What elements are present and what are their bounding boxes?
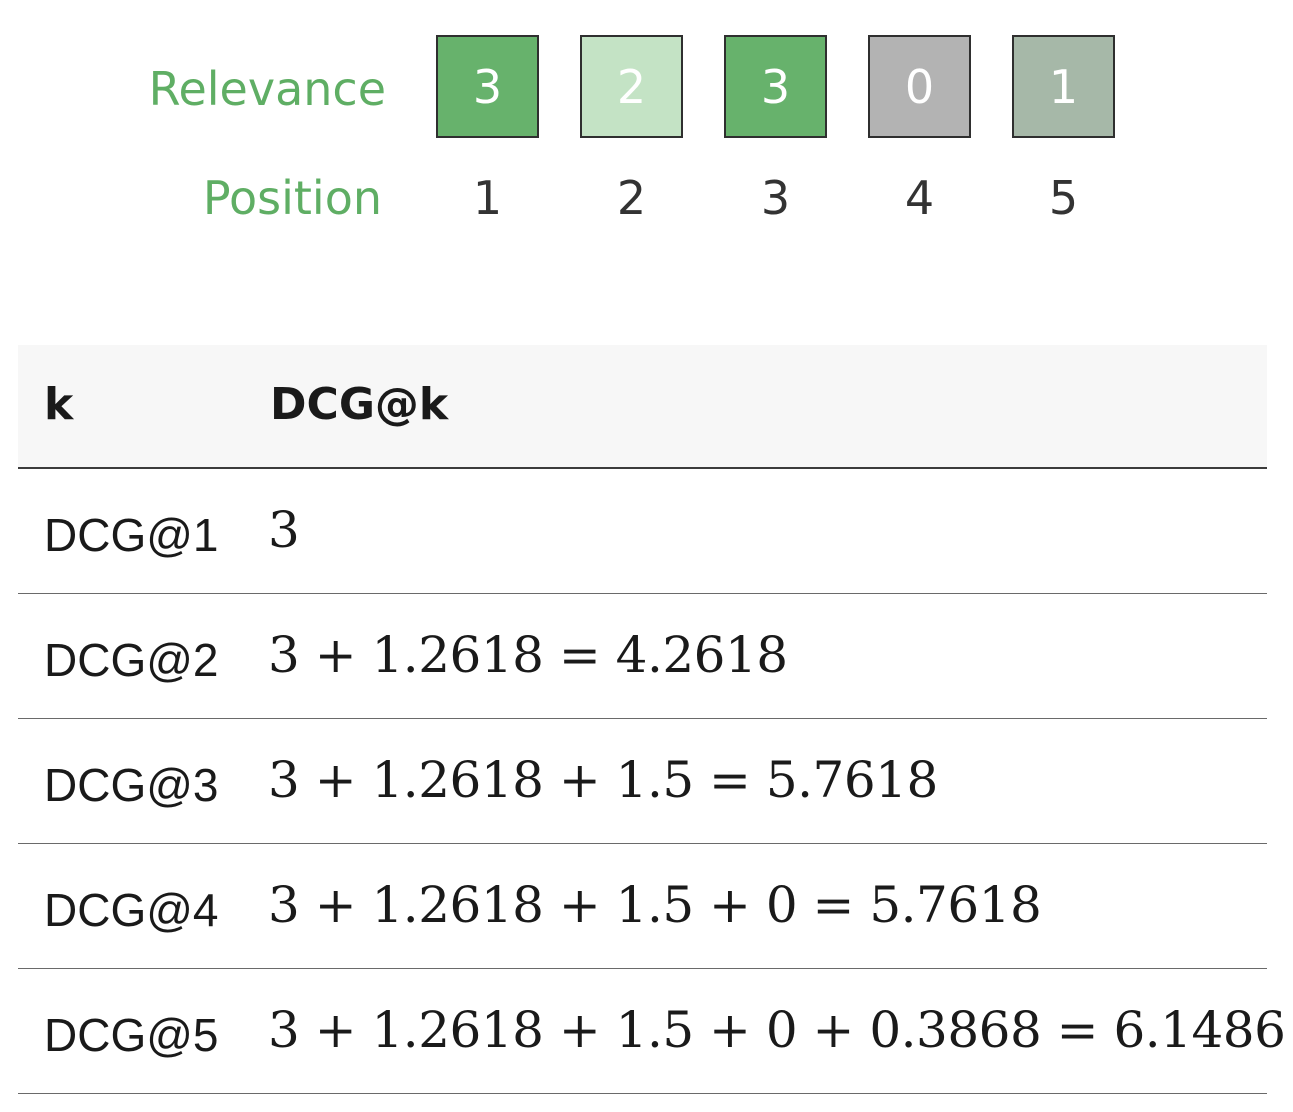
row-dcg-formula: 3 + 1.2618 + 1.5 + 0 = 5.7618: [268, 876, 1042, 934]
row-k-label: DCG@1: [44, 509, 219, 561]
row-k-label: DCG@3: [44, 759, 219, 811]
position-number-4: 4: [904, 171, 935, 225]
position-number-5: 5: [1048, 171, 1079, 225]
row-dcg-formula: 3 + 1.2618 + 1.5 + 0 + 0.3868 = 6.1486: [268, 1001, 1286, 1059]
relevance-box-2: 2: [580, 35, 683, 138]
header-k: k: [44, 379, 74, 430]
position-number-2: 2: [616, 171, 647, 225]
table-row: DCG@2 3 + 1.2618 = 4.2618: [18, 594, 1267, 719]
position-number-3: 3: [760, 171, 791, 225]
row-dcg-formula: 3: [268, 501, 300, 559]
dcg-table: k DCG@k DCG@1 3 DCG@2 3 + 1.2618 = 4.261…: [18, 345, 1286, 1094]
table-header: k DCG@k: [18, 345, 1267, 469]
row-dcg-formula: 3 + 1.2618 = 4.2618: [268, 626, 788, 684]
table-row: DCG@1 3: [18, 469, 1267, 594]
table-row: DCG@3 3 + 1.2618 + 1.5 = 5.7618: [18, 719, 1267, 844]
row-dcg-formula: 3 + 1.2618 + 1.5 = 5.7618: [268, 751, 938, 809]
row-k-label: DCG@2: [44, 634, 219, 686]
relevance-box-5: 1: [1012, 35, 1115, 138]
relevance-label: Relevance: [148, 62, 386, 116]
relevance-box-1: 3: [436, 35, 539, 138]
relevance-box-4: 0: [868, 35, 971, 138]
header-dcg-at-k: DCG@k: [270, 379, 449, 430]
row-k-label: DCG@4: [44, 884, 219, 936]
table-row: DCG@5 3 + 1.2618 + 1.5 + 0 + 0.3868 = 6.…: [18, 969, 1286, 1094]
row-k-label: DCG@5: [44, 1009, 219, 1061]
position-number-1: 1: [472, 171, 503, 225]
position-label: Position: [202, 171, 382, 225]
relevance-box-3: 3: [724, 35, 827, 138]
table-row: DCG@4 3 + 1.2618 + 1.5 + 0 = 5.7618: [18, 844, 1267, 969]
